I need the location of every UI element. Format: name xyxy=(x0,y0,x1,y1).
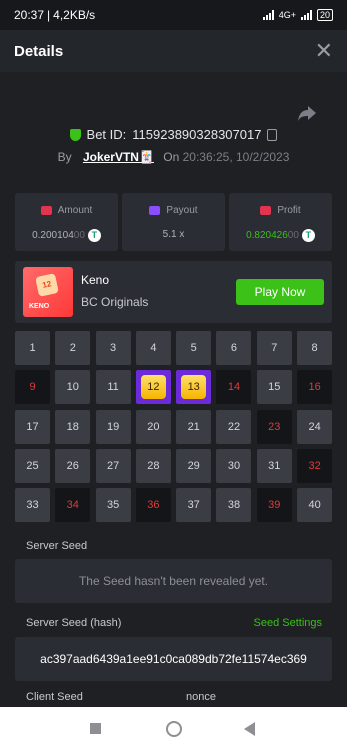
usdt-coin-icon: T xyxy=(301,229,315,242)
status-time: 20:37 xyxy=(14,8,45,22)
keno-cell-16: 16 xyxy=(297,370,333,405)
signal-icon xyxy=(262,10,274,20)
thumb-word: KENO xyxy=(29,303,50,310)
keno-cell-38: 38 xyxy=(216,488,252,523)
keno-cell-22: 22 xyxy=(216,409,252,444)
profit-label: Profit xyxy=(277,205,301,216)
client-seed-label: Client Seed xyxy=(26,691,83,703)
game-card: 12 KENO Keno BC Originals Play Now xyxy=(15,261,332,323)
payout-icon xyxy=(149,206,161,215)
bet-id-label: Bet ID: xyxy=(86,127,127,142)
keno-cell-14: 14 xyxy=(216,370,252,405)
battery-icon: 20 xyxy=(316,9,333,21)
bet-id-value: 115923890328307017 xyxy=(132,127,262,142)
server-seed-hash-box: ac397aad6439a1ee91c0ca089db72fe11574ec36… xyxy=(15,637,332,681)
keno-cell-21: 21 xyxy=(176,409,212,444)
keno-cell-39: 39 xyxy=(256,488,292,523)
keno-cell-19: 19 xyxy=(95,409,131,444)
keno-cell-3: 3 xyxy=(95,331,131,365)
keno-cell-24: 24 xyxy=(297,409,333,444)
seed-settings-link[interactable]: Seed Settings xyxy=(254,617,323,629)
usdt-coin-icon: T xyxy=(87,229,101,242)
recents-icon[interactable] xyxy=(90,723,101,734)
profit-icon xyxy=(260,206,272,215)
page-title: Details xyxy=(14,42,64,60)
payout-card: Payout 5.1 x xyxy=(122,193,225,251)
keno-board: 1 2 3 4 5 6 7 8 9 10 11 12 13 14 15 16 17 18 19 20 21 22 23 24 2… xyxy=(15,331,333,523)
keno-cell-40: 40 xyxy=(297,488,333,523)
keno-cell-7: 7 xyxy=(256,331,292,365)
profit-value: 0.82042600 xyxy=(246,230,299,241)
server-seed-hash-label: Server Seed (hash) xyxy=(26,617,122,629)
amount-label: Amount xyxy=(57,205,93,216)
verified-shield-icon xyxy=(69,128,81,141)
keno-cell-17: 17 xyxy=(15,409,50,444)
keno-cell-25: 25 xyxy=(15,448,50,483)
network-label: 4G+ xyxy=(278,10,296,20)
keno-cell-30: 30 xyxy=(216,448,252,483)
keno-cell-35: 35 xyxy=(95,488,131,523)
server-seed-label: Server Seed xyxy=(26,540,88,552)
bet-timestamp: 20:36:25, 10/2/2023 xyxy=(182,150,290,164)
android-nav-bar xyxy=(0,707,347,750)
keno-hit-gem: 13 xyxy=(181,375,207,400)
back-icon[interactable] xyxy=(244,722,255,736)
keno-cell-31: 31 xyxy=(256,448,292,483)
keno-cell-5: 5 xyxy=(176,331,212,365)
keno-cell-8: 8 xyxy=(297,331,333,365)
keno-cell-32: 32 xyxy=(297,448,333,483)
keno-cell-2: 2 xyxy=(55,331,91,365)
keno-cell-15: 15 xyxy=(256,370,292,405)
bet-byline: By JokerVTN🃏 On 20:36:25, 10/2/2023 xyxy=(0,150,347,164)
share-icon[interactable] xyxy=(297,104,317,122)
keno-cell-20: 20 xyxy=(135,409,171,444)
amount-value: 0.20010400 xyxy=(32,230,85,241)
keno-cell-11: 11 xyxy=(95,370,131,405)
keno-cell-36: 36 xyxy=(135,488,171,523)
keno-cell-37: 37 xyxy=(176,488,212,523)
keno-thumbnail: 12 KENO xyxy=(23,267,73,317)
details-header: Details ✕ xyxy=(0,30,347,72)
signal-icon-2 xyxy=(300,10,312,20)
play-now-button[interactable]: Play Now xyxy=(236,279,324,305)
keno-cell-27: 27 xyxy=(95,448,131,483)
close-icon[interactable]: ✕ xyxy=(315,40,333,62)
amount-icon xyxy=(40,206,52,215)
keno-cell-18: 18 xyxy=(55,409,91,444)
keno-cell-29: 29 xyxy=(176,448,212,483)
keno-cell-4: 4 xyxy=(135,331,171,365)
keno-cell-23: 23 xyxy=(256,409,292,444)
payout-value: 5.1 x xyxy=(162,229,185,240)
bet-id-row: Bet ID: 115923890328307017 xyxy=(0,127,347,142)
keno-cell-12: 12 xyxy=(135,370,171,405)
on-label: On xyxy=(163,150,180,164)
keno-cell-33: 33 xyxy=(15,488,50,523)
keno-cell-9: 9 xyxy=(15,370,50,405)
keno-cell-10: 10 xyxy=(55,370,91,405)
status-speed: 4,2KB/s xyxy=(53,8,96,22)
keno-cell-34: 34 xyxy=(55,488,91,523)
thumb-number: 12 xyxy=(35,273,59,297)
by-label: By xyxy=(57,150,72,164)
status-bar: 20:37 | 4,2KB/s 4G+ 20 xyxy=(0,0,347,30)
server-seed-box: The Seed hasn't been revealed yet. xyxy=(15,559,332,603)
keno-cell-1: 1 xyxy=(15,331,50,365)
keno-cell-6: 6 xyxy=(216,331,252,365)
payout-label: Payout xyxy=(166,205,198,216)
home-icon[interactable] xyxy=(166,721,182,737)
keno-cell-26: 26 xyxy=(55,448,91,483)
game-name: Keno xyxy=(81,273,110,287)
amount-card: Amount 0.20010400 T xyxy=(15,193,118,251)
keno-hit-gem: 12 xyxy=(140,375,166,400)
game-provider: BC Originals xyxy=(81,295,149,309)
keno-cell-13: 13 xyxy=(176,370,212,405)
copy-icon[interactable] xyxy=(267,128,278,141)
profit-card: Profit 0.82042600 T xyxy=(229,193,332,251)
nonce-label: nonce xyxy=(186,691,216,703)
keno-cell-28: 28 xyxy=(135,448,171,483)
username-link[interactable]: JokerVTN🃏 xyxy=(83,150,154,164)
